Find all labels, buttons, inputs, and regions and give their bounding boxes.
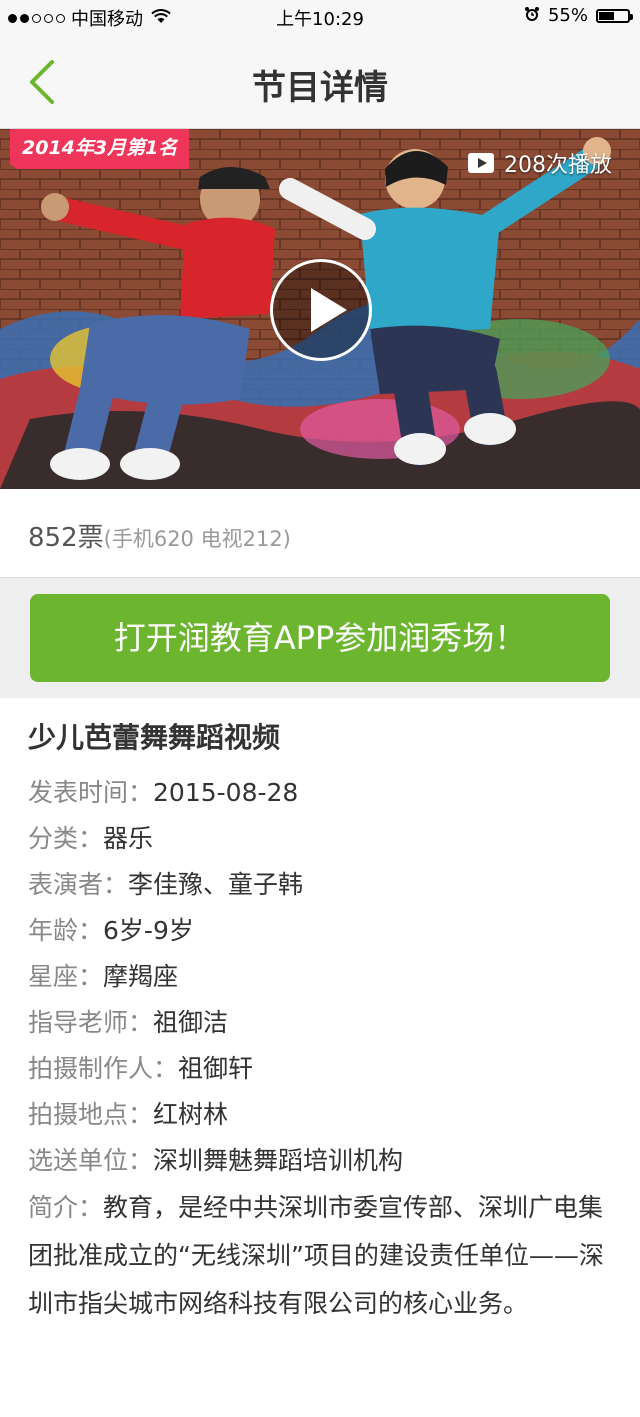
detail-label: 指导老师：: [28, 1008, 154, 1037]
rank-badge: 2014年3月第1名: [10, 129, 190, 169]
open-app-button[interactable]: 打开润教育APP参加润秀场！: [30, 594, 610, 682]
vote-breakdown: (手机620 电视212): [103, 527, 291, 551]
alarm-icon: [524, 6, 540, 26]
vote-total: 852票: [28, 523, 104, 553]
detail-label: 拍摄地点：: [28, 1100, 154, 1129]
status-bar: 中国移动 上午10:29 55%: [0, 0, 640, 32]
detail-intro: 简介：教育，是经中共深圳市委宣传部、深圳广电集团批准成立的“无线深圳”项目的建设…: [28, 1184, 618, 1328]
video-player[interactable]: 2014年3月第1名 208次播放: [0, 129, 640, 489]
detail-label: 星座：: [28, 962, 104, 991]
vote-summary: 852票(手机620 电视212): [0, 489, 640, 578]
nav-bar: 节目详情: [0, 32, 640, 129]
play-icon: [468, 153, 494, 173]
program-title: 少儿芭蕾舞舞蹈视频: [28, 721, 281, 754]
battery-percent: 55%: [547, 5, 588, 26]
detail-value: 李佳豫、童子韩: [128, 870, 304, 899]
status-right: 55%: [524, 5, 633, 26]
vote-text: 852票(手机620 电视212): [28, 517, 291, 554]
detail-row-date: 发表时间：2015-08-28: [28, 770, 618, 816]
detail-label: 分类：: [28, 824, 104, 853]
page-title: 节目详情: [252, 68, 388, 108]
detail-value: 6岁-9岁: [103, 916, 194, 945]
cta-area: 打开润教育APP参加润秀场！: [0, 578, 640, 698]
detail-row-producer: 拍摄制作人：祖御轩: [28, 1046, 618, 1092]
play-count: 208次播放: [468, 147, 612, 179]
detail-label: 表演者：: [28, 870, 129, 899]
detail-value: 2015-08-28: [153, 778, 299, 807]
detail-value: 摩羯座: [103, 962, 179, 991]
battery-icon: [596, 8, 633, 23]
intro-label: 简介：: [28, 1193, 104, 1222]
detail-value: 祖御洁: [153, 1008, 229, 1037]
detail-row-zodiac: 星座：摩羯座: [28, 954, 618, 1000]
detail-label: 发表时间：: [28, 778, 154, 807]
detail-label: 选送单位：: [28, 1146, 154, 1175]
detail-row-organization: 选送单位：深圳舞魅舞蹈培训机构: [28, 1138, 618, 1184]
detail-value: 红树林: [153, 1100, 229, 1129]
detail-row-category: 分类：器乐: [28, 816, 618, 862]
detail-row-location: 拍摄地点：红树林: [28, 1092, 618, 1138]
intro-text: 教育，是经中共深圳市委宣传部、深圳广电集团批准成立的“无线深圳”项目的建设责任单…: [28, 1193, 604, 1318]
detail-value: 祖御轩: [178, 1054, 254, 1083]
play-count-label: 208次播放: [504, 153, 612, 178]
detail-label: 年龄：: [28, 916, 104, 945]
detail-value: 器乐: [103, 824, 154, 853]
detail-label: 拍摄制作人：: [28, 1054, 179, 1083]
detail-row-age: 年龄：6岁-9岁: [28, 908, 618, 954]
detail-row-performers: 表演者：李佳豫、童子韩: [28, 862, 618, 908]
program-details: 少儿芭蕾舞舞蹈视频 发表时间：2015-08-28 分类：器乐 表演者：李佳豫、…: [28, 716, 618, 1328]
detail-value: 深圳舞魅舞蹈培训机构: [153, 1146, 404, 1175]
detail-row-instructor: 指导老师：祖御洁: [28, 1000, 618, 1046]
play-button[interactable]: [270, 259, 372, 361]
